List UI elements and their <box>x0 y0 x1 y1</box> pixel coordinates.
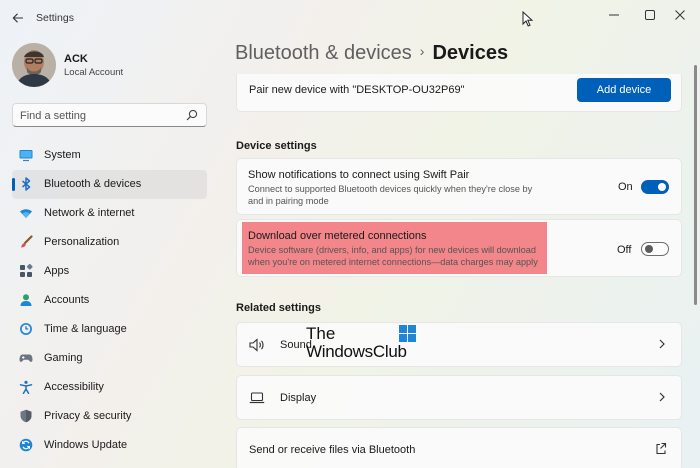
avatar[interactable] <box>12 43 56 87</box>
related-display-card[interactable]: Display <box>236 375 682 420</box>
pair-device-text: Pair new device with "DESKTOP-OU32P69" <box>249 84 465 96</box>
brush-icon <box>21 235 33 248</box>
sidebar-item-label: Bluetooth & devices <box>44 178 142 190</box>
back-button[interactable] <box>8 8 28 28</box>
sidebar-item-accessibility[interactable]: Accessibility <box>12 373 207 402</box>
related-bluetooth-files-label: Send or receive files via Bluetooth <box>249 444 416 456</box>
close-button[interactable] <box>660 4 700 28</box>
metered-state-label: Off <box>617 244 632 256</box>
search-box[interactable] <box>12 103 207 127</box>
active-indicator <box>12 178 15 191</box>
add-device-button[interactable]: Add device <box>577 78 671 102</box>
sidebar-item-label: Personalization <box>44 236 120 248</box>
swift-pair-toggle[interactable] <box>641 180 669 194</box>
sidebar-item-label: Accounts <box>44 294 90 306</box>
metered-title: Download over metered connections <box>248 230 427 242</box>
metered-description: Device software (drivers, info, and apps… <box>248 245 538 267</box>
search-input[interactable] <box>20 108 180 123</box>
swift-pair-card: Show notifications to connect using Swif… <box>236 158 682 215</box>
sidebar-item-label: Time & language <box>44 323 127 335</box>
minimize-button[interactable] <box>594 4 634 28</box>
user-name: ACK <box>64 53 88 65</box>
sidebar-item-network[interactable]: Network & internet <box>12 199 207 228</box>
gamepad-icon <box>19 354 33 362</box>
sidebar-item-label: Network & internet <box>44 207 135 219</box>
breadcrumb-parent[interactable]: Bluetooth & devices <box>235 42 412 64</box>
metered-connections-card: Download over metered connections Device… <box>236 219 682 277</box>
swift-pair-state-label: On <box>618 181 633 193</box>
windows-logo-icon <box>399 325 416 342</box>
breadcrumb-separator: › <box>419 43 425 59</box>
speaker-icon <box>249 338 264 352</box>
clock-globe-icon <box>20 323 32 335</box>
laptop-icon <box>249 392 265 404</box>
search-icon[interactable] <box>186 109 198 121</box>
sidebar-item-privacy-security[interactable]: Privacy & security <box>12 402 207 431</box>
related-display-label: Display <box>280 392 317 404</box>
sidebar-item-label: Privacy & security <box>44 410 132 422</box>
title-bar: Settings <box>0 0 700 36</box>
mouse-cursor-icon <box>522 11 534 27</box>
sidebar-item-label: Accessibility <box>44 381 104 393</box>
watermark-line1: The <box>306 324 336 343</box>
sidebar-item-label: Apps <box>44 265 70 277</box>
chevron-right-icon <box>659 392 665 402</box>
sidebar-item-label: Gaming <box>44 352 83 364</box>
shield-icon <box>20 409 32 423</box>
watermark: The WindowsClub <box>306 324 421 364</box>
wifi-icon <box>20 209 32 218</box>
monitor-icon <box>19 150 33 162</box>
chevron-right-icon <box>659 339 665 349</box>
swift-pair-description: Connect to supported Bluetooth devices q… <box>248 184 533 206</box>
person-icon <box>20 294 32 306</box>
close-icon <box>675 10 685 20</box>
toggle-knob <box>645 245 653 253</box>
maximize-icon <box>645 10 655 20</box>
sidebar-item-apps[interactable]: Apps <box>12 257 207 286</box>
related-settings-heading: Related settings <box>236 302 321 314</box>
sidebar-item-system[interactable]: System <box>12 141 207 170</box>
metered-toggle[interactable] <box>641 242 669 256</box>
device-settings-heading: Device settings <box>236 140 317 152</box>
sidebar-item-gaming[interactable]: Gaming <box>12 344 207 373</box>
scrollbar[interactable] <box>694 65 697 305</box>
pair-device-card: Pair new device with "DESKTOP-OU32P69" A… <box>236 74 682 112</box>
breadcrumb: Bluetooth & devices › Devices <box>235 42 508 70</box>
sidebar-nav: System Bluetooth & devices Network & int… <box>12 141 207 460</box>
sidebar-item-label: Windows Update <box>44 439 128 451</box>
app-title: Settings <box>36 12 74 24</box>
sidebar-item-label: System <box>44 149 81 161</box>
related-bluetooth-files-card[interactable]: Send or receive files via Bluetooth <box>236 427 682 468</box>
external-link-icon <box>656 442 667 455</box>
page-title: Devices <box>432 42 509 64</box>
account-type: Local Account <box>64 67 124 78</box>
user-photo-icon <box>12 43 56 87</box>
related-sound-card[interactable]: Sound <box>236 322 682 367</box>
bluetooth-icon <box>22 177 31 191</box>
sidebar-item-time-language[interactable]: Time & language <box>12 315 207 344</box>
toggle-knob <box>658 183 666 191</box>
minimize-icon <box>609 14 619 16</box>
update-icon <box>19 438 33 452</box>
sidebar-item-windows-update[interactable]: Windows Update <box>12 431 207 460</box>
sidebar-item-bluetooth-devices[interactable]: Bluetooth & devices <box>12 170 207 199</box>
accessibility-icon <box>19 380 33 394</box>
sidebar-item-personalization[interactable]: Personalization <box>12 228 207 257</box>
watermark-line2: WindowsClub <box>306 342 407 361</box>
back-arrow-icon <box>12 13 23 23</box>
swift-pair-title: Show notifications to connect using Swif… <box>248 169 470 181</box>
sidebar-item-accounts[interactable]: Accounts <box>12 286 207 315</box>
apps-icon <box>20 264 33 277</box>
